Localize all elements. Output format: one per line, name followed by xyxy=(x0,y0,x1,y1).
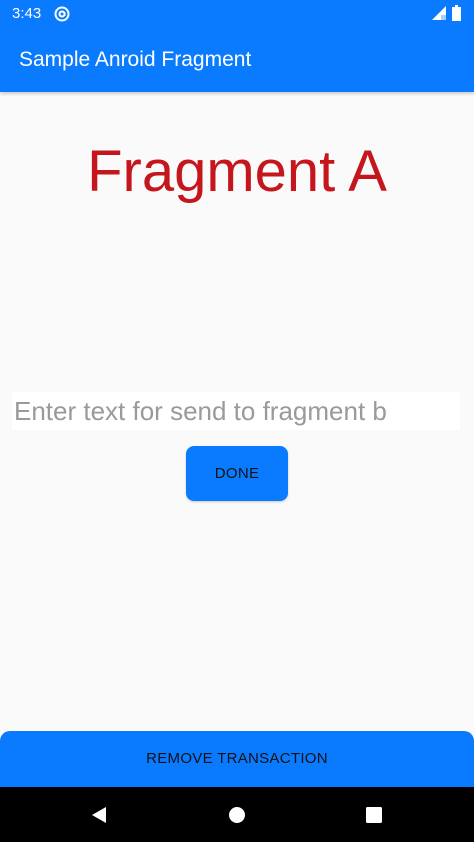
app-bar: Sample Anroid Fragment xyxy=(0,28,474,92)
fragment-heading: Fragment A xyxy=(87,139,387,204)
message-input[interactable] xyxy=(12,392,460,430)
battery-icon xyxy=(452,5,461,21)
status-time: 3:43 xyxy=(12,5,42,22)
at-sign-icon xyxy=(54,6,70,22)
app-title: Sample Anroid Fragment xyxy=(19,48,252,71)
navigation-bar xyxy=(0,787,474,842)
status-bar: 3:43 xyxy=(0,0,474,28)
home-icon[interactable] xyxy=(228,806,246,824)
done-button[interactable]: DONE xyxy=(186,446,288,501)
remove-transaction-button[interactable]: REMOVE TRANSACTION xyxy=(0,731,474,787)
screen: 3:43 Sample Anroid Fragment Fragment A D… xyxy=(0,0,474,842)
back-icon[interactable] xyxy=(90,806,108,824)
recents-icon[interactable] xyxy=(365,806,383,824)
signal-icon xyxy=(432,6,446,20)
